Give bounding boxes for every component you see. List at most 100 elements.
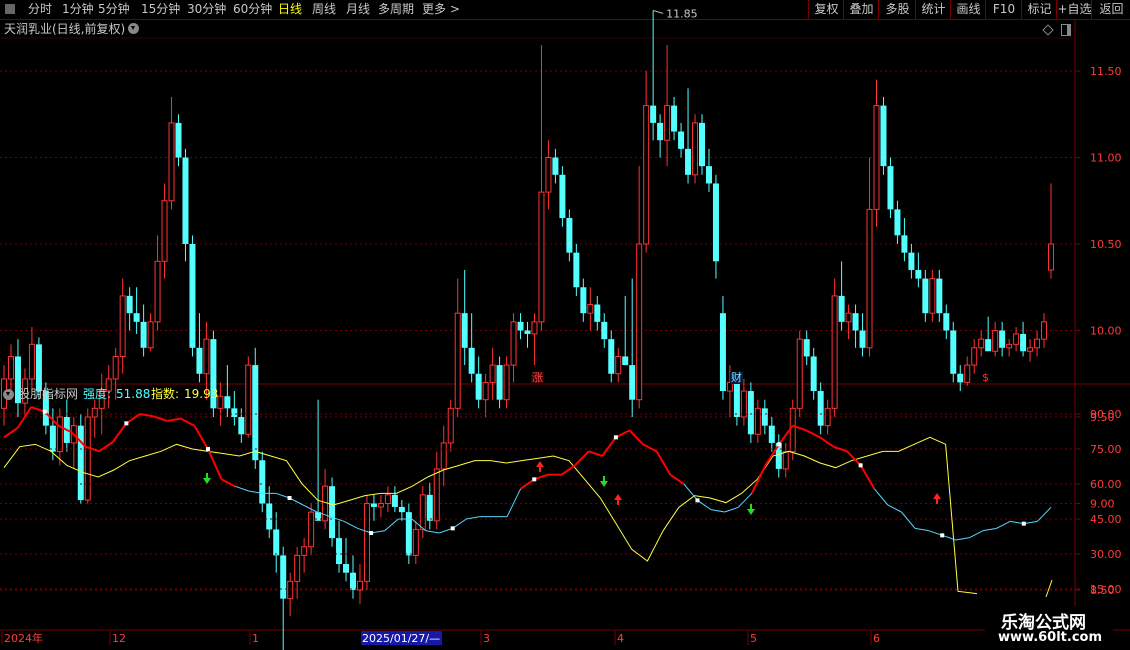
candle-body xyxy=(161,200,168,262)
candle-body xyxy=(636,243,643,401)
candle-body xyxy=(308,511,315,548)
candle-body xyxy=(203,338,210,375)
sell-arrow xyxy=(536,461,544,467)
candle-body xyxy=(629,365,636,400)
candle-body xyxy=(154,260,161,323)
candle-body xyxy=(294,554,301,582)
candle-body xyxy=(838,295,845,322)
candle-body xyxy=(936,278,943,314)
candle-body xyxy=(384,494,391,505)
strength-dot xyxy=(532,477,537,482)
candle-body xyxy=(196,347,203,374)
strength-segment xyxy=(628,429,644,446)
date-axis-label: 5 xyxy=(750,632,757,645)
strength-segment xyxy=(724,506,739,513)
strength-segment xyxy=(193,425,209,450)
candle-body xyxy=(705,166,712,184)
strength-segment xyxy=(697,499,712,511)
strength-segment xyxy=(996,520,1011,529)
strength-segment xyxy=(371,530,385,534)
candle-body xyxy=(329,486,336,539)
candle-body xyxy=(475,373,482,400)
candle-body xyxy=(845,312,852,323)
candle-body xyxy=(782,451,789,470)
candle-body xyxy=(985,339,992,352)
strength-dot xyxy=(42,409,47,414)
strength-segment xyxy=(520,478,535,490)
candle-body xyxy=(664,105,671,141)
strength-dot xyxy=(369,531,374,535)
strength-segment xyxy=(819,436,835,448)
candle-body xyxy=(587,304,594,314)
candle-body xyxy=(901,235,908,253)
candle-body xyxy=(398,506,405,513)
candle-body xyxy=(671,105,678,132)
candle-body xyxy=(147,321,154,349)
candle-body xyxy=(622,356,629,366)
candle-body xyxy=(503,364,510,401)
strength-segment xyxy=(655,450,672,476)
candle-body xyxy=(28,343,35,380)
high-marker-line xyxy=(652,9,664,14)
event-tag-cai[interactable]: 财 xyxy=(730,372,743,384)
strength-segment xyxy=(438,527,453,534)
candle-body xyxy=(91,407,98,418)
strength-dot xyxy=(695,498,700,503)
candle-body xyxy=(692,122,699,176)
strength-segment xyxy=(125,413,141,425)
strength-segment xyxy=(3,427,19,439)
buy-arrow xyxy=(603,476,605,481)
candle-body xyxy=(873,105,880,210)
strength-segment xyxy=(1023,520,1038,525)
date-axis-label: 1 xyxy=(252,632,259,645)
strength-segment xyxy=(384,518,399,532)
strength-segment xyxy=(111,422,128,443)
candle-body xyxy=(573,252,580,288)
strength-segment xyxy=(710,509,725,513)
strength-segment xyxy=(1010,520,1024,525)
candle-body xyxy=(489,364,496,383)
candle-body xyxy=(712,183,719,262)
candle-body xyxy=(866,208,873,349)
candle-body xyxy=(350,572,356,590)
candle-body xyxy=(859,330,866,348)
date-axis-label: 4 xyxy=(617,632,624,645)
candle-body xyxy=(336,538,343,565)
candle-body xyxy=(496,365,503,400)
candle-body xyxy=(112,355,119,380)
candle-body xyxy=(468,347,475,374)
candle-body xyxy=(929,278,936,314)
candle-body xyxy=(1034,338,1041,349)
candle-body xyxy=(426,494,433,521)
candle-body xyxy=(531,321,538,335)
event-tag-zhang[interactable]: 涨 xyxy=(531,372,544,384)
event-tag-dollar[interactable]: $ xyxy=(981,372,990,384)
candle-body xyxy=(482,381,489,401)
watermark: 乐淘公式网 www.60lt.com xyxy=(985,606,1113,650)
candle-body xyxy=(49,425,56,452)
kline-chart[interactable]: 11.5011.0010.5010.009.509.008.5011.858.0… xyxy=(0,0,1130,650)
candle-body xyxy=(545,157,552,193)
strength-segment xyxy=(166,417,181,422)
candle-body xyxy=(224,396,231,409)
price-axis-label: 11.00 xyxy=(1090,152,1122,165)
candle-body xyxy=(552,157,559,175)
candle-body xyxy=(887,166,894,210)
candle-body xyxy=(1048,243,1054,271)
watermark-line2: www.60lt.com xyxy=(998,630,1103,645)
candle-body xyxy=(377,503,384,508)
strength-segment xyxy=(669,473,685,485)
candle-body xyxy=(189,244,196,348)
sell-arrow xyxy=(539,467,541,472)
strength-value: 51.88 xyxy=(116,387,151,401)
strength-segment xyxy=(588,450,603,457)
candle-body xyxy=(168,122,175,202)
high-marker-label: 11.85 xyxy=(666,7,698,20)
strength-segment xyxy=(302,504,317,513)
candle-body xyxy=(943,313,950,331)
candle-body xyxy=(719,313,726,392)
candle-body xyxy=(796,338,803,409)
strength-segment xyxy=(425,530,440,534)
candle-body xyxy=(266,503,273,530)
indicator-dropdown-icon[interactable] xyxy=(3,389,14,400)
